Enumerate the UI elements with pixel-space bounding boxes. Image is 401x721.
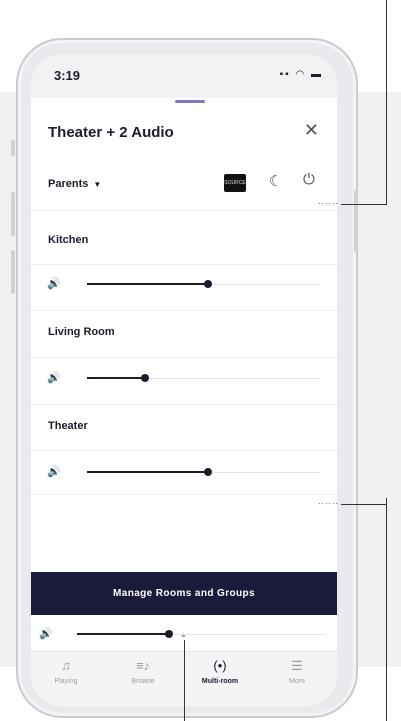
callout-line xyxy=(341,204,387,205)
volume-fill xyxy=(87,283,209,285)
app-screen: 3:19 ▪▪ ◠ ▬ Theater + 2 Audio ✕ Parents ▼… xyxy=(31,54,337,706)
tab-more[interactable]: ☰ More xyxy=(267,658,327,685)
tab-multi-room[interactable]: (•) Multi-room xyxy=(190,658,250,685)
tab-label: Multi-room xyxy=(201,678,239,685)
source-button[interactable]: SOURCE xyxy=(224,174,246,192)
divider xyxy=(31,450,337,451)
callout-dots: ...... xyxy=(318,196,340,206)
callout-line xyxy=(341,504,387,505)
phone-volume-down-button xyxy=(11,250,15,294)
volume-fill xyxy=(87,471,209,473)
speaker-icon[interactable]: 🔊 xyxy=(47,371,61,384)
speaker-icon[interactable]: 🔊 xyxy=(47,277,61,290)
tab-playing[interactable]: ♫ Playing xyxy=(36,658,96,685)
playlist-icon: ≡♪ xyxy=(135,658,151,673)
status-time: 3:19 xyxy=(54,68,81,83)
divider xyxy=(31,264,337,265)
tab-browse[interactable]: ≡♪ Browse xyxy=(113,658,173,685)
volume-slider-handle[interactable] xyxy=(141,374,150,382)
volume-fill xyxy=(87,377,146,379)
callout-line xyxy=(184,640,185,721)
tab-label: Playing xyxy=(54,678,78,685)
close-icon[interactable]: ✕ xyxy=(304,120,319,141)
callout-dots: ...... xyxy=(318,496,340,506)
divider xyxy=(31,494,337,495)
chevron-down-icon: ▼ xyxy=(93,180,102,189)
divider xyxy=(31,357,337,358)
room-label-theater: Theater xyxy=(48,420,88,432)
tab-label: Browse xyxy=(131,678,155,685)
sliders-icon: ☰ xyxy=(291,658,303,673)
volume-slider-handle[interactable] xyxy=(164,630,173,638)
callout-line xyxy=(386,498,387,721)
callout-line xyxy=(386,0,387,205)
manage-rooms-button[interactable]: Manage Rooms and Groups xyxy=(31,572,337,615)
speaker-icon[interactable]: 🔊 xyxy=(39,627,53,640)
tab-label: More xyxy=(289,678,305,685)
volume-row-kitchen: 🔊 xyxy=(31,274,337,296)
signal-wifi-battery-icon: ▪▪ ◠ ▬ xyxy=(279,69,323,80)
volume-slider-handle[interactable] xyxy=(204,280,213,288)
phone-volume-up-button xyxy=(11,192,15,236)
status-bar: 3:19 ▪▪ ◠ ▬ xyxy=(31,54,337,98)
room-label-living-room: Living Room xyxy=(48,326,115,338)
phone-mute-switch xyxy=(11,140,15,156)
phone-power-button xyxy=(354,190,358,252)
volume-row-theater: 🔊 xyxy=(31,462,337,484)
power-icon[interactable]: ⏻ xyxy=(303,171,315,188)
zone-selector-label: Parents xyxy=(48,178,89,190)
room-label-kitchen: Kitchen xyxy=(48,234,89,246)
music-note-icon: ♫ xyxy=(61,658,71,673)
moon-icon[interactable]: ☾ xyxy=(269,172,282,190)
zone-selector[interactable]: Parents ▼ xyxy=(48,178,101,190)
divider xyxy=(31,210,337,211)
volume-row-living-room: 🔊 xyxy=(31,368,337,390)
speaker-icon[interactable]: 🔊 xyxy=(47,465,61,478)
divider xyxy=(31,310,337,311)
volume-slider-handle[interactable] xyxy=(204,468,213,476)
sheet-grabber[interactable] xyxy=(175,100,205,103)
broadcast-icon: (•) xyxy=(213,658,227,673)
divider xyxy=(31,404,337,405)
sheet-title: Theater + 2 Audio xyxy=(48,124,174,141)
volume-fill xyxy=(77,633,169,635)
